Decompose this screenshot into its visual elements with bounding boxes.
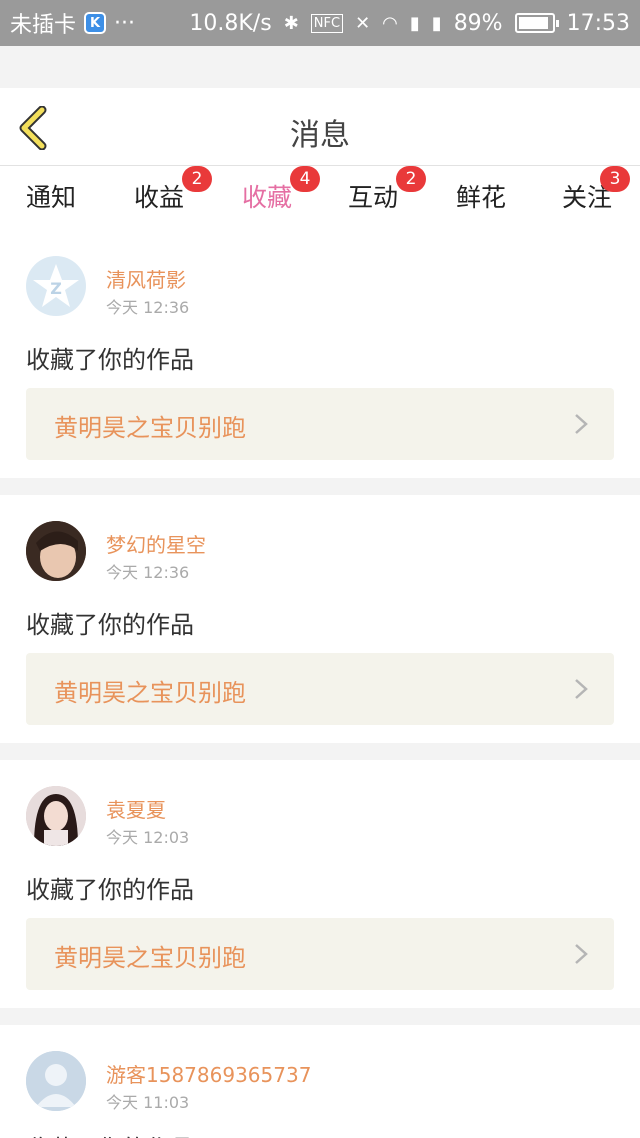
tab-notice[interactable]: 通知: [26, 178, 76, 214]
unread-badge: 2: [182, 166, 213, 192]
carrier-text: 未插卡: [10, 13, 77, 38]
message-time: 今天 12:36: [106, 298, 190, 317]
work-title: 黄明昊之宝贝别跑: [54, 679, 246, 707]
message-text: 收藏了你的作品: [26, 346, 194, 374]
network-speed: 10.8K/s: [189, 10, 272, 36]
user-name[interactable]: 梦幻的星空: [106, 529, 206, 558]
wifi-icon: ◠: [382, 12, 398, 34]
clock: 17:53: [566, 10, 630, 36]
more-dots: ···: [114, 10, 135, 36]
nfc-icon: NFC: [310, 13, 344, 33]
tab-interaction[interactable]: 互动 2: [348, 166, 427, 214]
tab-flowers[interactable]: 鲜花: [456, 178, 506, 214]
tab-label: 收益: [134, 183, 185, 212]
user-photo-icon: [26, 786, 86, 846]
tab-favorites[interactable]: 收藏 4: [242, 166, 321, 228]
message-text: 收藏了你的作品: [26, 1129, 194, 1138]
tab-label: 鲜花: [456, 183, 507, 212]
avatar[interactable]: [26, 521, 86, 581]
user-name[interactable]: 清风荷影: [106, 264, 186, 293]
message-card: 袁夏夏 今天 12:03 收藏了你的作品 黄明昊之宝贝别跑: [0, 760, 640, 1008]
tab-label: 互动: [348, 183, 399, 212]
user-name[interactable]: 游客1587869365737: [106, 1059, 311, 1088]
work-title: 黄明昊之宝贝别跑: [54, 414, 246, 442]
user-photo-icon: [26, 521, 86, 581]
message-time: 今天 11:03: [106, 1093, 190, 1112]
avatar[interactable]: [26, 1051, 86, 1111]
k-app-icon: K: [84, 12, 107, 34]
avatar[interactable]: [26, 786, 86, 846]
svg-text:Z: Z: [50, 279, 62, 298]
work-title: 黄明昊之宝贝别跑: [54, 944, 246, 972]
tab-label: 通知: [26, 183, 77, 212]
sim2-icon: ▮: [431, 12, 442, 34]
message-card: Z 清风荷影 今天 12:36 收藏了你的作品 黄明昊之宝贝别跑: [0, 222, 640, 478]
page-title: 消息: [290, 118, 350, 153]
chevron-right-icon: [575, 414, 588, 434]
tab-earnings[interactable]: 收益 2: [134, 166, 213, 214]
work-link[interactable]: 黄明昊之宝贝别跑: [26, 918, 614, 990]
header-bar: 消息: [0, 88, 640, 166]
default-user-avatar-icon: [26, 1051, 86, 1111]
status-bar: 未插卡 K ··· 10.8K/s ✱ NFC ✕ ◠ ▮ ▮ 89% 17:5…: [0, 0, 640, 46]
work-link[interactable]: 黄明昊之宝贝别跑: [26, 653, 614, 725]
chevron-right-icon: [575, 944, 588, 964]
message-time: 今天 12:03: [106, 828, 190, 847]
work-link[interactable]: 黄明昊之宝贝别跑: [26, 388, 614, 460]
unread-badge: 3: [600, 166, 631, 192]
battery-percent: 89%: [453, 10, 503, 36]
message-card: 游客1587869365737 今天 11:03 收藏了你的作品: [0, 1025, 640, 1138]
tab-follow[interactable]: 关注 3: [562, 166, 631, 214]
unread-badge: 4: [290, 166, 321, 192]
user-name[interactable]: 袁夏夏: [106, 794, 166, 823]
default-star-avatar-icon: Z: [33, 264, 79, 307]
message-card: 梦幻的星空 今天 12:36 收藏了你的作品 黄明昊之宝贝别跑: [0, 495, 640, 743]
avatar[interactable]: Z: [26, 256, 86, 316]
message-text: 收藏了你的作品: [26, 876, 194, 904]
sim1-icon: ▮: [409, 12, 420, 34]
message-time: 今天 12:36: [106, 563, 190, 582]
battery-icon: [514, 13, 559, 33]
chevron-right-icon: [575, 679, 588, 699]
tab-label: 收藏: [242, 183, 293, 212]
mute-icon: ✕: [355, 12, 371, 34]
unread-badge: 2: [396, 166, 427, 192]
tab-bar: 通知 收益 2 收藏 4 互动 2 鲜花 关注 3: [0, 166, 640, 228]
bluetooth-icon: ✱: [283, 12, 299, 34]
message-text: 收藏了你的作品: [26, 611, 194, 639]
